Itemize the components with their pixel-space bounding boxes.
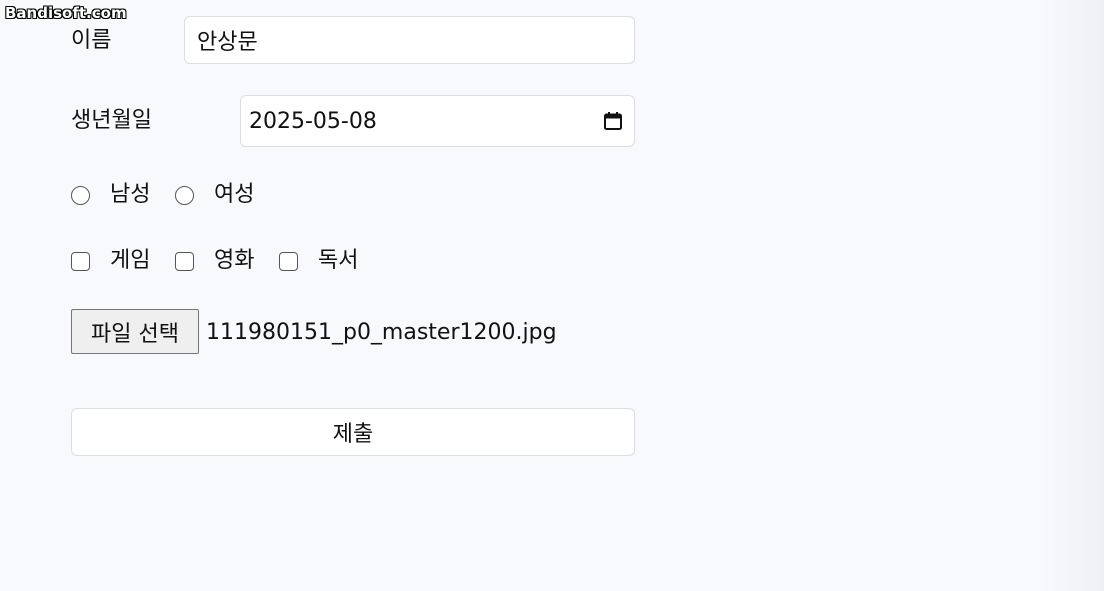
gender-label-male: 남성 [110,182,151,207]
submit-button[interactable]: 제출 [71,408,635,456]
calendar-icon[interactable] [603,111,623,131]
birthdate-label: 생년월일 [71,108,152,133]
name-input-value: 안상문 [197,30,258,55]
hobby-checkbox-reading[interactable] [279,252,298,271]
name-input[interactable]: 안상문 [184,16,635,64]
watermark-logo: Bandisoft.com [5,4,127,22]
hobby-checkbox-movie[interactable] [175,252,194,271]
hobby-label-reading: 독서 [318,248,359,273]
hobby-label-game: 게임 [110,248,151,273]
page: Bandisoft.com 이름 안상문 생년월일 2025-05-08 남성 … [0,0,1104,591]
hobby-label-movie: 영화 [214,248,255,273]
birthdate-input[interactable]: 2025-05-08 [240,95,635,147]
submit-button-label: 제출 [332,422,374,447]
gender-radio-male[interactable] [71,186,90,205]
hobby-checkbox-game[interactable] [71,252,90,271]
name-label: 이름 [71,28,112,53]
gender-radio-female[interactable] [175,186,194,205]
file-select-button[interactable]: 파일 선택 [71,309,199,354]
gender-label-female: 여성 [214,182,255,207]
selected-file-name: 111980151_p0_master1200.jpg [206,320,557,345]
birthdate-input-value: 2025-05-08 [249,108,377,134]
